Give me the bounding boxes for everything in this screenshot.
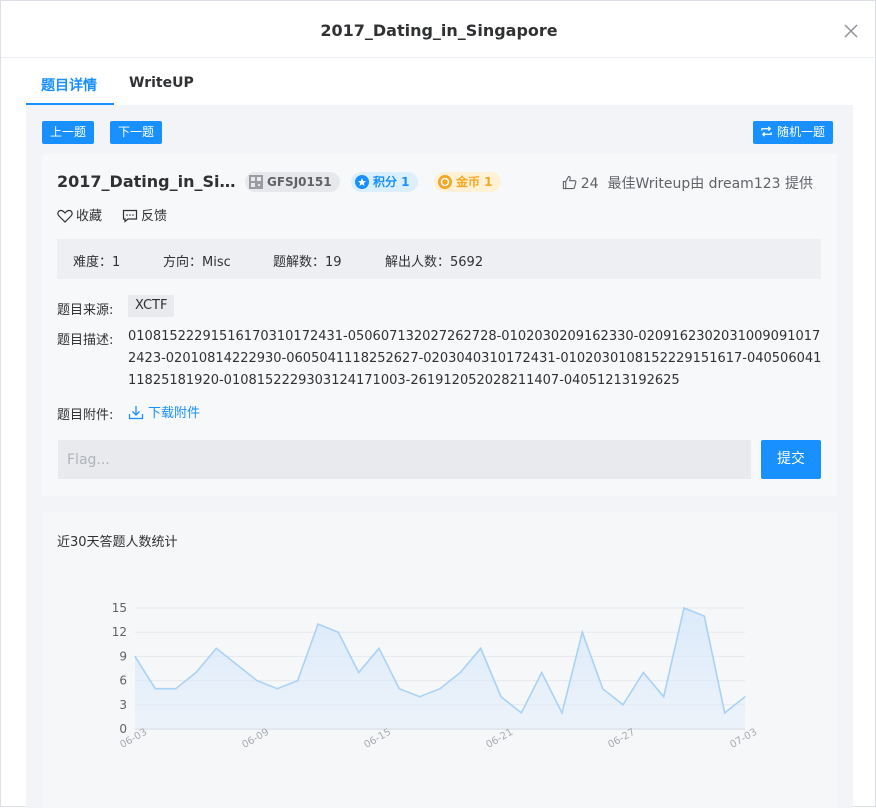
favorite-label: 收藏: [76, 209, 103, 224]
challenge-modal: 2017_Dating_in_Singapore 题目详情 WriteUP 上一…: [0, 0, 876, 808]
submit-flag-button[interactable]: 提交: [761, 440, 821, 479]
answer-stats-chart: 0369121506-03 06-09 06-15 06-21 06-27 07-03: [112, 601, 759, 751]
y-tick-label: 0: [119, 722, 127, 736]
score-badge: 积分 1: [351, 172, 418, 192]
solvers-stat: 解出人数：5692: [385, 255, 484, 270]
data-point: [724, 712, 726, 714]
data-point: [622, 704, 624, 706]
download-attachment-link[interactable]: 下载附件: [128, 402, 200, 421]
coin-badge: 金币 1: [434, 172, 501, 192]
modal-title: 2017_Dating_in_Singapore: [320, 21, 558, 40]
data-point: [134, 655, 136, 657]
shuffle-icon: [761, 126, 772, 137]
data-point: [581, 631, 583, 633]
score-text: 积分 1: [373, 175, 410, 189]
random-challenge-button[interactable]: 随机一题: [753, 121, 834, 144]
answer-stats-chart-card: 近30天答题人数统计 0 3 6 9 12 15 06-03 06-09 06-15 06-21 0…: [42, 512, 837, 808]
data-point: [398, 688, 400, 690]
prev-challenge-button[interactable]: 上一题: [42, 121, 95, 144]
data-point: [703, 615, 705, 617]
data-point: [663, 696, 665, 698]
data-point: [500, 696, 502, 698]
modal-header: 2017_Dating_in_Singapore: [1, 1, 876, 58]
coin-text: 金币 1: [456, 175, 493, 189]
data-point: [439, 688, 441, 690]
data-point: [459, 671, 461, 674]
series-area: [135, 608, 745, 729]
coin-icon: [438, 175, 452, 189]
comment-icon: [122, 209, 138, 223]
data-point: [480, 647, 482, 649]
direction-stat: 方向：Misc: [163, 255, 231, 270]
data-point: [195, 671, 197, 674]
data-point: [642, 671, 644, 674]
x-tick-label: 06-15: [362, 727, 393, 751]
attachment-label: 题目附件:: [57, 408, 114, 423]
y-tick-label: 3: [119, 698, 127, 712]
challenge-description: 01081522291516170310172431-0506071320272…: [128, 329, 822, 388]
challenge-id-text: GFSJ0151: [267, 175, 332, 189]
data-point: [683, 607, 685, 609]
writeups-stat: 题解数：19: [273, 255, 342, 270]
data-point: [175, 688, 177, 690]
download-label: 下载附件: [148, 406, 201, 421]
x-tick-label: 07-03: [728, 727, 759, 751]
favorite-button[interactable]: 收藏: [57, 205, 102, 224]
data-point: [317, 623, 319, 625]
data-point: [256, 680, 258, 682]
data-point: [419, 696, 421, 698]
like-info: 24 最佳Writeup由 dream123 提供: [562, 173, 813, 193]
next-challenge-button[interactable]: 下一题: [110, 121, 163, 144]
challenge-title: 2017_Dating_in_Sing...: [57, 172, 237, 191]
like-count: 24: [580, 176, 599, 192]
data-point: [561, 712, 563, 714]
data-point: [154, 688, 156, 690]
data-point: [236, 663, 238, 666]
qrcode-icon: [249, 175, 263, 189]
score-icon: [355, 175, 369, 189]
challenge-stats: 难度：1 方向：Misc 题解数：19 解出人数：5692: [57, 239, 821, 279]
y-tick-label: 15: [112, 601, 127, 615]
flag-input[interactable]: [58, 440, 751, 479]
tab-bar: 题目详情 WriteUP: [26, 63, 853, 105]
tab-details[interactable]: 题目详情: [41, 75, 97, 95]
y-tick-label: 12: [112, 625, 127, 639]
data-point: [378, 647, 380, 649]
download-icon: [128, 406, 144, 420]
tab-writeup[interactable]: WriteUP: [129, 75, 194, 91]
close-icon[interactable]: [843, 23, 859, 39]
data-point: [276, 688, 278, 690]
source-label: 题目来源:: [57, 303, 114, 318]
y-tick-label: 9: [119, 649, 127, 663]
data-point: [337, 631, 339, 633]
random-challenge-label: 随机一题: [777, 125, 826, 139]
data-point: [520, 712, 522, 714]
description-label: 题目描述:: [57, 333, 114, 348]
data-point: [215, 647, 217, 649]
challenge-info-card: 2017_Dating_in_Sing... GFSJ0151 积分 1 金币 …: [42, 154, 837, 496]
x-tick-label: 06-21: [484, 727, 515, 751]
tab-content: 上一题 下一题 随机一题 2017_Dating_in_Sing... GFSJ…: [26, 105, 853, 808]
challenge-id-badge: GFSJ0151: [245, 172, 340, 192]
data-point: [541, 671, 543, 674]
feedback-button[interactable]: 反馈: [122, 205, 167, 224]
source-tag: XCTF: [128, 295, 175, 317]
data-point: [297, 680, 299, 682]
x-tick-label: 06-09: [240, 727, 271, 751]
best-writeup-text: 最佳Writeup由 dream123 提供: [607, 176, 813, 192]
x-tick-label: 06-27: [606, 727, 637, 751]
difficulty-stat: 难度：1: [73, 255, 121, 270]
thumbs-up-icon[interactable]: [562, 175, 577, 190]
heart-icon: [57, 209, 73, 223]
data-point: [358, 671, 360, 674]
data-point: [744, 696, 746, 698]
feedback-label: 反馈: [141, 209, 168, 224]
data-point: [602, 688, 604, 690]
y-tick-label: 6: [119, 674, 127, 688]
